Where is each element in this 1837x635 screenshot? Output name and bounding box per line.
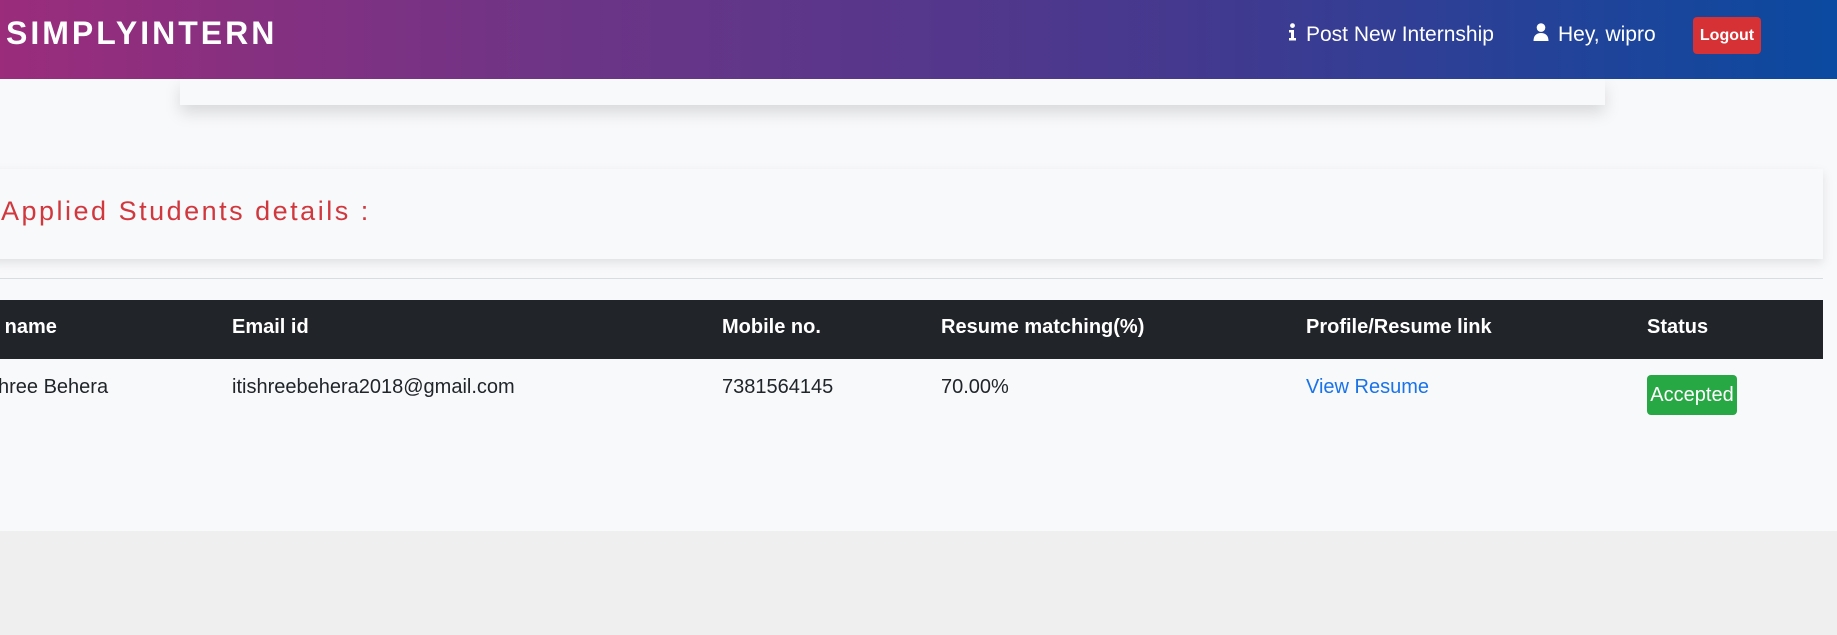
column-header-mobile: Mobile no. (722, 316, 821, 338)
user-greeting-label: Hey, wipro (1558, 23, 1656, 46)
column-header-resume-link: Profile/Resume link (1306, 316, 1492, 338)
student-mobile-cell: 7381564145 (722, 376, 834, 398)
table-header-row: ll name Email id Mobile no. Resume match… (0, 300, 1823, 359)
table-row: shree Behera itishreebehera2018@gmail.co… (0, 359, 1823, 434)
student-name-cell: shree Behera (0, 376, 109, 398)
divider (0, 278, 1823, 279)
column-header-full-name: ll name (0, 316, 57, 338)
post-internship-link[interactable]: Post New Internship (1288, 23, 1494, 47)
applied-students-header-card: Applied Students details : (0, 169, 1823, 259)
info-icon (1288, 23, 1297, 47)
view-resume-link[interactable]: View Resume (1306, 376, 1429, 399)
column-header-email: Email id (232, 316, 309, 338)
brand-logo[interactable]: SIMPLYINTERN (6, 15, 277, 52)
user-greeting-link[interactable]: Hey, wipro (1533, 23, 1656, 47)
user-icon (1533, 23, 1549, 47)
status-badge: Accepted (1647, 375, 1737, 415)
top-navbar: SIMPLYINTERN Post New Internship Hey, wi… (0, 0, 1837, 79)
resume-match-cell: 70.00% (941, 376, 1009, 398)
page-title: Applied Students details : (1, 196, 371, 226)
internship-card (180, 79, 1605, 105)
applicants-table: ll name Email id Mobile no. Resume match… (0, 300, 1823, 434)
column-header-resume-matching: Resume matching(%) (941, 316, 1145, 338)
column-header-status: Status (1647, 316, 1709, 338)
main-content: Applied Students details : ll name Email… (0, 79, 1837, 531)
student-email-cell: itishreebehera2018@gmail.com (232, 376, 515, 398)
logout-button[interactable]: Logout (1693, 17, 1761, 54)
post-internship-label: Post New Internship (1306, 23, 1494, 46)
